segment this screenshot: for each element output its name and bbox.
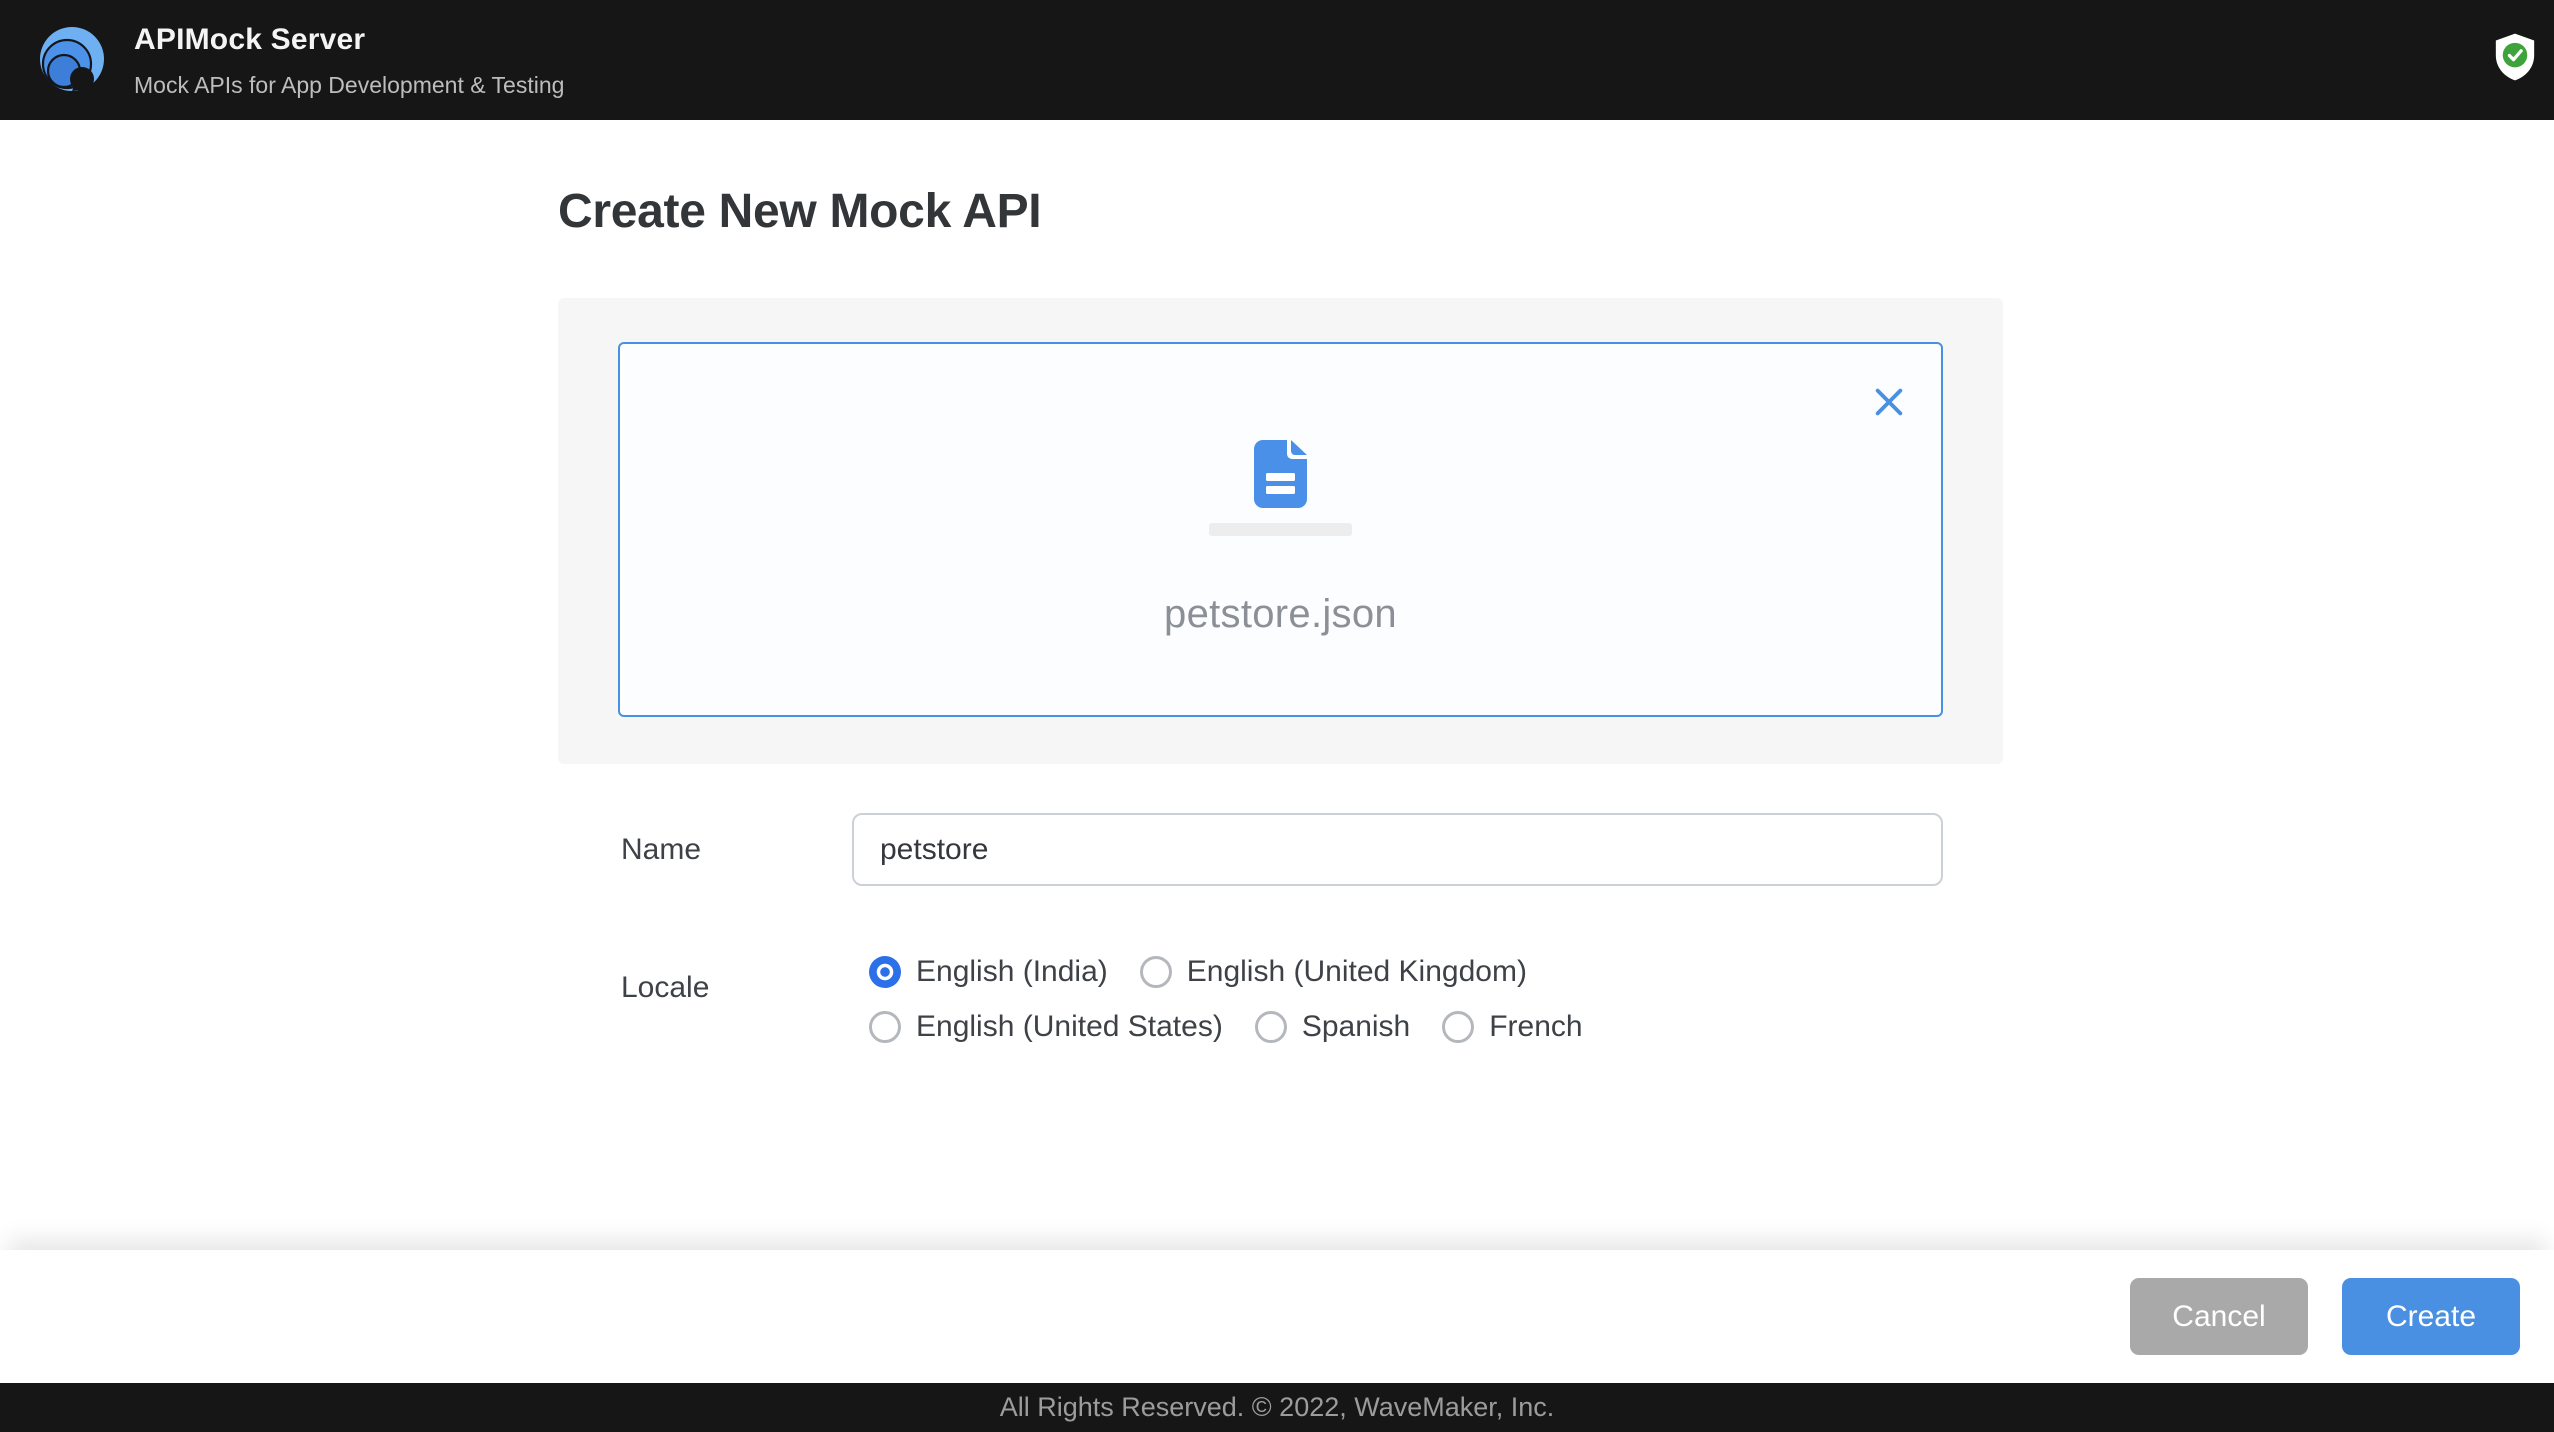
radio-unchecked-icon bbox=[1139, 956, 1172, 988]
locale-radio-group: English (India) English (United Kingdom)… bbox=[852, 955, 1583, 1044]
name-label: Name bbox=[621, 832, 702, 866]
file-dropzone[interactable]: petstore.json bbox=[618, 342, 1943, 717]
locale-option-english-united-states[interactable]: English (United States) bbox=[869, 1010, 1223, 1044]
create-button[interactable]: Create bbox=[2342, 1278, 2520, 1355]
radio-checked-icon bbox=[869, 956, 901, 988]
wave-logo-icon bbox=[38, 26, 106, 94]
verified-shield-icon bbox=[2492, 32, 2538, 82]
locale-radio-row-2: English (United States) Spanish French bbox=[869, 1010, 1583, 1044]
locale-option-french[interactable]: French bbox=[1442, 1010, 1583, 1044]
radio-unchecked-icon bbox=[869, 1011, 901, 1043]
page-title: Create New Mock API bbox=[558, 185, 1042, 238]
remove-file-button[interactable] bbox=[1870, 384, 1908, 422]
uploaded-file-name: petstore.json bbox=[1164, 592, 1397, 636]
locale-option-english-india[interactable]: English (India) bbox=[869, 955, 1108, 989]
locale-radio-row-1: English (India) English (United Kingdom) bbox=[869, 955, 1583, 989]
copyright-bar: All Rights Reserved. © 2022, WaveMaker, … bbox=[0, 1383, 2554, 1432]
locale-label: Locale bbox=[621, 971, 710, 1004]
main-content: Create New Mock API petstore.json Name p… bbox=[558, 184, 2003, 1044]
upload-progress-bar bbox=[1209, 523, 1352, 536]
radio-unchecked-icon bbox=[1442, 1011, 1475, 1043]
close-icon bbox=[1872, 385, 1906, 422]
upload-panel: petstore.json bbox=[558, 298, 2003, 764]
locale-field-row: Locale English (India) English (United K… bbox=[558, 955, 2003, 1044]
locale-option-english-united-kingdom[interactable]: English (United Kingdom) bbox=[1139, 955, 1527, 989]
cancel-button[interactable]: Cancel bbox=[2130, 1278, 2308, 1355]
action-bar: Cancel Create bbox=[0, 1250, 2554, 1383]
app-header: APIMock Server Mock APIs for App Develop… bbox=[0, 0, 2554, 120]
json-file-icon bbox=[1254, 440, 1307, 508]
header-text: APIMock Server Mock APIs for App Develop… bbox=[134, 22, 564, 99]
locale-option-spanish[interactable]: Spanish bbox=[1254, 1010, 1410, 1044]
app-title: APIMock Server bbox=[134, 22, 366, 56]
name-field-row: Name bbox=[558, 813, 2003, 886]
app-subtitle: Mock APIs for App Development & Testing bbox=[134, 71, 565, 98]
radio-unchecked-icon bbox=[1254, 1011, 1287, 1043]
name-input[interactable] bbox=[852, 813, 1943, 886]
